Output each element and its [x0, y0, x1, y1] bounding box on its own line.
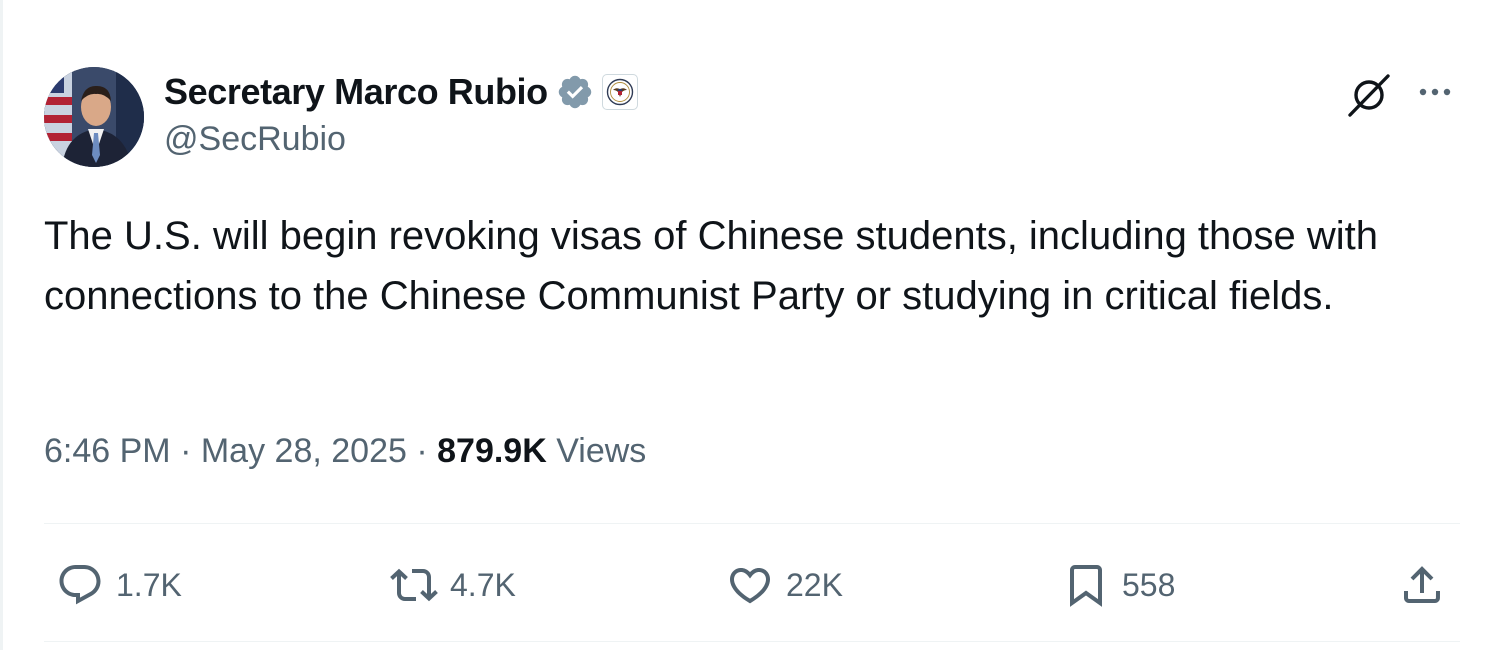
- views-count[interactable]: 879.9K: [437, 432, 547, 470]
- avatar-image: [44, 67, 144, 167]
- author-handle[interactable]: @SecRubio: [164, 120, 346, 159]
- affiliation-badge[interactable]: [601, 74, 638, 110]
- verified-badge-icon[interactable]: [556, 73, 594, 111]
- bookmark-icon: [1070, 565, 1102, 607]
- department-of-state-seal-icon: [606, 78, 633, 106]
- repost-icon: [390, 568, 438, 602]
- bookmark-count: 558: [1122, 566, 1176, 603]
- divider: [44, 523, 1460, 524]
- card-edge: [0, 0, 3, 650]
- share-icon: [1404, 566, 1440, 603]
- author-display-name[interactable]: Secretary Marco Rubio: [164, 71, 548, 113]
- views-label: Views: [556, 432, 647, 470]
- meta-separator: ·: [416, 432, 428, 470]
- share-button[interactable]: [1398, 556, 1446, 614]
- like-count: 22K: [786, 566, 843, 603]
- tweet-date[interactable]: May 28, 2025: [201, 432, 407, 470]
- action-bar: 1.7K 4.7K 22K 558: [0, 556, 1500, 614]
- tweet-time[interactable]: 6:46 PM: [44, 432, 171, 470]
- reply-icon: [59, 565, 101, 605]
- repost-button[interactable]: 4.7K: [390, 556, 516, 614]
- tweet-text: The U.S. will begin revoking visas of Ch…: [44, 214, 1379, 318]
- more-icon[interactable]: [1412, 72, 1458, 112]
- author-name-row: Secretary Marco Rubio: [164, 70, 638, 114]
- avatar[interactable]: [44, 67, 144, 167]
- bookmark-button[interactable]: 558: [1062, 556, 1175, 614]
- tweet-meta: 6:46 PM · May 28, 2025 · 879.9K Views: [44, 432, 646, 471]
- reply-button[interactable]: 1.7K: [56, 556, 182, 614]
- reply-count: 1.7K: [116, 566, 182, 603]
- meta-separator: ·: [180, 432, 192, 470]
- grok-icon[interactable]: [1346, 72, 1392, 118]
- like-button[interactable]: 22K: [726, 556, 843, 614]
- tweet-card: Secretary Marco Rubio @SecRubio The U.S.…: [0, 0, 1500, 650]
- heart-icon: [729, 568, 771, 604]
- repost-count: 4.7K: [450, 566, 516, 603]
- divider: [44, 641, 1460, 642]
